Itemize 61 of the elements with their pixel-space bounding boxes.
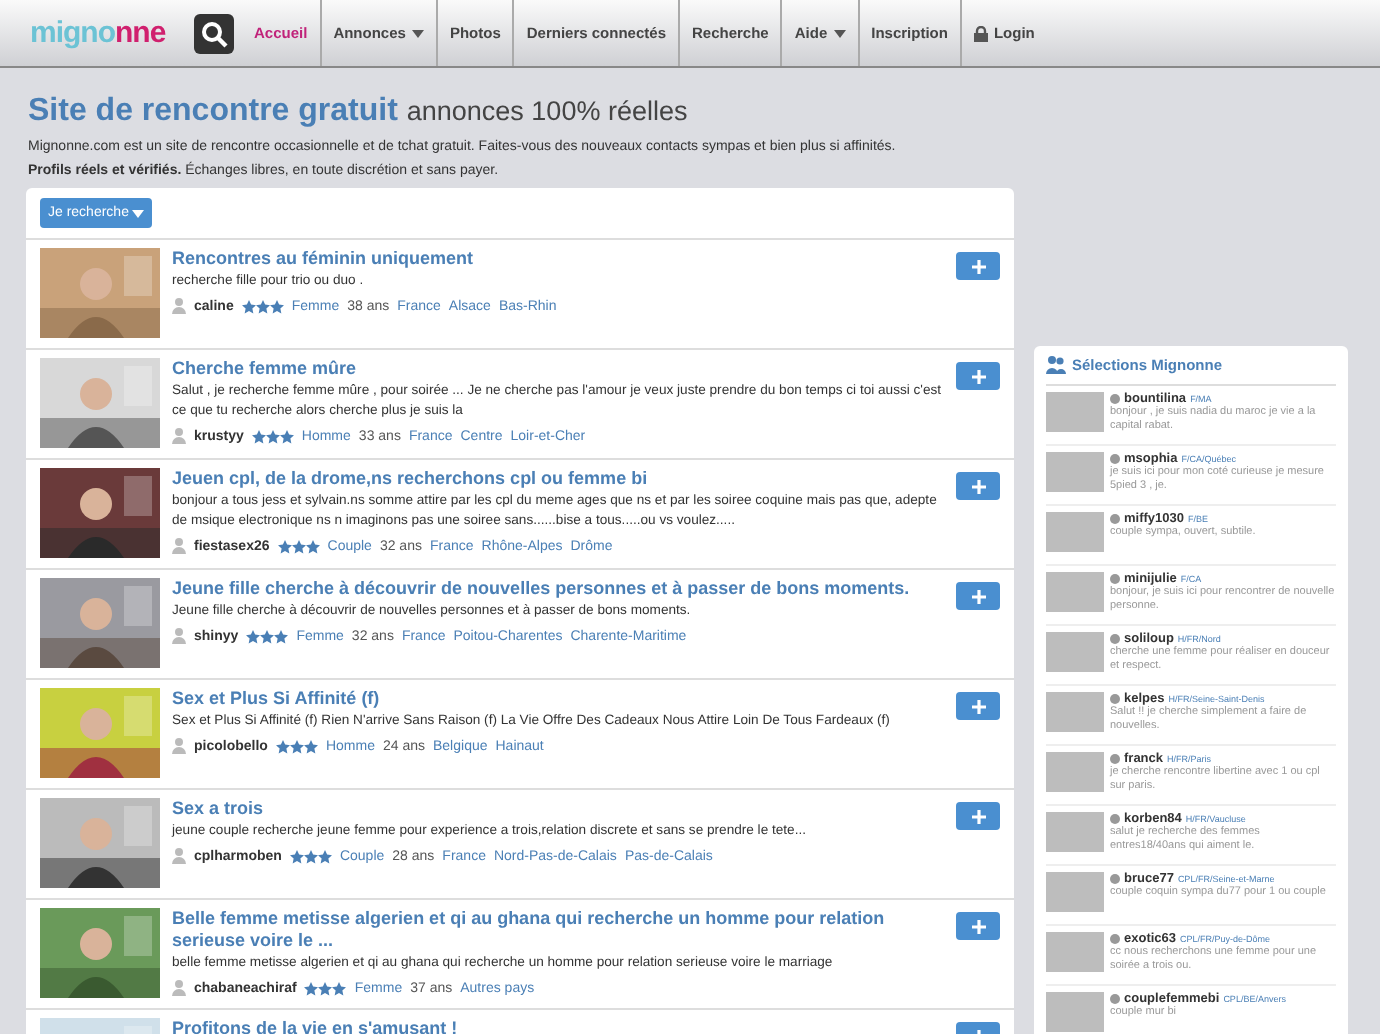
people-icon: [1046, 356, 1066, 374]
plus-icon: [971, 919, 985, 933]
plus-icon: [971, 259, 985, 273]
dot-icon: [1110, 454, 1120, 464]
thumbnail-placeholder[interactable]: [1046, 872, 1104, 912]
user-icon: [172, 848, 186, 864]
add-button[interactable]: [956, 362, 1000, 390]
dot-icon: [1110, 574, 1120, 584]
dot-icon: [1110, 934, 1120, 944]
user-icon: [172, 738, 186, 754]
dot-icon: [1110, 994, 1120, 1004]
thumbnail-placeholder[interactable]: [1046, 392, 1104, 432]
dot-icon: [1110, 394, 1120, 404]
add-button[interactable]: [956, 912, 1000, 940]
plus-icon: [971, 589, 985, 603]
user-icon: [172, 628, 186, 644]
add-button[interactable]: [956, 472, 1000, 500]
user-icon: [172, 298, 186, 314]
page-subtitle: annonces 100% réelles: [406, 96, 688, 126]
caret-icon: [132, 209, 145, 217]
listing-title[interactable]: Sex et Plus Si Affinité (f): [172, 688, 944, 710]
listing-title[interactable]: Jeuen cpl, de la drome,ns recherchons cpl ou femme bi: [172, 468, 944, 490]
logo[interactable]: mignonne: [30, 16, 194, 50]
listing-title[interactable]: Jeune fille cherche à découvrir de nouvelles personnes et à passer de bons moments.: [172, 578, 944, 600]
add-button[interactable]: [956, 802, 1000, 830]
lock-icon: [973, 25, 988, 41]
search-icon: [200, 19, 228, 47]
listing-title[interactable]: Profitons de la vie en s'amusant !: [172, 1018, 944, 1034]
add-button[interactable]: [956, 252, 1000, 280]
thumbnail-placeholder[interactable]: [1046, 992, 1104, 1032]
listing-title[interactable]: Cherche femme mûre: [172, 358, 944, 380]
thumbnail-placeholder[interactable]: [1046, 512, 1104, 552]
add-button[interactable]: [956, 582, 1000, 610]
dot-icon: [1110, 874, 1120, 884]
user-icon: [172, 538, 186, 554]
caret-icon: [833, 29, 846, 37]
plus-icon: [971, 809, 985, 823]
listing-title[interactable]: Belle femme metisse algerien et qi au ghana qui recherche un homme pour relation serieuse voire le ...: [172, 908, 944, 952]
thumbnail-placeholder[interactable]: [1046, 692, 1104, 732]
thumbnail-placeholder[interactable]: [1046, 452, 1104, 492]
thumbnail-placeholder[interactable]: [1046, 752, 1104, 792]
dot-icon: [1110, 514, 1120, 524]
page-title: Site de rencontre gratuit: [28, 94, 398, 128]
plus-icon: [971, 369, 985, 383]
thumbnail-placeholder[interactable]: [1046, 572, 1104, 612]
dot-icon: [1110, 694, 1120, 704]
thumbnail-placeholder[interactable]: [1046, 932, 1104, 972]
user-icon: [172, 428, 186, 444]
dot-icon: [1110, 634, 1120, 644]
plus-icon: [971, 699, 985, 713]
listing-title[interactable]: Rencontres au féminin uniquement: [172, 248, 944, 270]
caret-icon: [411, 29, 424, 37]
dot-icon: [1110, 754, 1120, 764]
listing-title[interactable]: Sex a trois: [172, 798, 944, 820]
add-button[interactable]: [956, 692, 1000, 720]
thumbnail-placeholder[interactable]: [1046, 632, 1104, 672]
dot-icon: [1110, 814, 1120, 824]
user-icon: [172, 980, 186, 996]
plus-icon: [971, 479, 985, 493]
search-button[interactable]: [194, 13, 234, 53]
thumbnail-placeholder[interactable]: [1046, 812, 1104, 852]
